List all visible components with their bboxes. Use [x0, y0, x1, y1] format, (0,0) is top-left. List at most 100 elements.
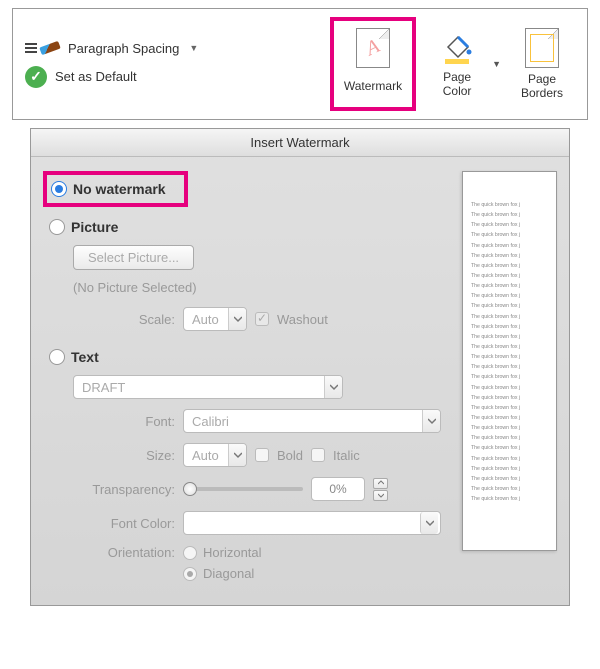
transparency-label: Transparency:: [45, 482, 175, 497]
page-color-button[interactable]: Page Color: [424, 23, 490, 105]
washout-label: Washout: [277, 312, 328, 327]
washout-checkbox[interactable]: [255, 312, 269, 326]
text-label: Text: [71, 349, 99, 365]
preview-line: The quick brown fox j: [471, 403, 556, 413]
font-label: Font:: [45, 414, 175, 429]
chevron-down-icon: [228, 308, 246, 330]
preview-line: The quick brown fox j: [471, 362, 556, 372]
chevron-down-icon: [228, 444, 246, 466]
chevron-down-icon: [324, 376, 342, 398]
checkmark-icon: ✓: [25, 66, 47, 88]
no-watermark-radio[interactable]: No watermark: [51, 181, 166, 197]
chevron-down-icon: [420, 512, 438, 534]
font-combo[interactable]: Calibri: [183, 409, 441, 433]
text-radio[interactable]: Text: [49, 349, 445, 365]
radio-icon: [49, 349, 65, 365]
preview-line: The quick brown fox j: [471, 494, 556, 504]
transparency-value[interactable]: 0%: [311, 477, 365, 501]
radio-icon: [183, 546, 197, 560]
chevron-up-icon: [373, 478, 388, 489]
preview-line: The quick brown fox j: [471, 261, 556, 271]
preview-line: The quick brown fox j: [471, 454, 556, 464]
scale-combo[interactable]: Auto: [183, 307, 247, 331]
italic-label: Italic: [333, 448, 360, 463]
page-preview: The quick brown fox jThe quick brown fox…: [462, 171, 557, 551]
chevron-down-icon: [422, 410, 440, 432]
paragraph-spacing-icon: [25, 43, 60, 53]
horizontal-label: Horizontal: [203, 545, 262, 560]
preview-line: The quick brown fox j: [471, 251, 556, 261]
orientation-label: Orientation:: [45, 545, 175, 560]
picture-label: Picture: [71, 219, 118, 235]
preview-line: The quick brown fox j: [471, 443, 556, 453]
chevron-down-icon: [373, 490, 388, 501]
italic-checkbox[interactable]: [311, 448, 325, 462]
preview-line: The quick brown fox j: [471, 423, 556, 433]
scale-value: Auto: [184, 312, 228, 327]
diagonal-label: Diagonal: [203, 566, 254, 581]
watermark-button[interactable]: A Watermark: [330, 17, 416, 111]
insert-watermark-dialog: Insert Watermark No watermark Picture Se…: [30, 128, 570, 606]
bold-label: Bold: [277, 448, 303, 463]
font-value: Calibri: [184, 414, 422, 429]
preview-line: The quick brown fox j: [471, 413, 556, 423]
preview-line: The quick brown fox j: [471, 372, 556, 382]
preview-line: The quick brown fox j: [471, 322, 556, 332]
size-combo[interactable]: Auto: [183, 443, 247, 467]
size-label: Size:: [45, 448, 175, 463]
text-value: DRAFT: [74, 380, 324, 395]
preview-line: The quick brown fox j: [471, 281, 556, 291]
preview-line: The quick brown fox j: [471, 393, 556, 403]
preview-line: The quick brown fox j: [471, 342, 556, 352]
preview-line: The quick brown fox j: [471, 433, 556, 443]
size-value: Auto: [184, 448, 228, 463]
chevron-down-icon: ▼: [189, 43, 198, 53]
ribbon-toolbar: Paragraph Spacing ▼ ✓ Set as Default A W…: [12, 8, 588, 120]
preview-line: The quick brown fox j: [471, 230, 556, 240]
transparency-slider[interactable]: [183, 487, 303, 491]
horizontal-radio[interactable]: Horizontal: [183, 545, 262, 560]
font-color-picker[interactable]: [183, 511, 441, 535]
preview-line: The quick brown fox j: [471, 352, 556, 362]
no-watermark-highlight: No watermark: [43, 171, 188, 207]
dialog-title: Insert Watermark: [31, 129, 569, 157]
preview-line: The quick brown fox j: [471, 464, 556, 474]
set-as-default-button[interactable]: ✓ Set as Default: [25, 66, 322, 88]
preview-line: The quick brown fox j: [471, 474, 556, 484]
preview-line: The quick brown fox j: [471, 271, 556, 281]
page-borders-icon: [521, 27, 563, 69]
bold-checkbox[interactable]: [255, 448, 269, 462]
set-as-default-label: Set as Default: [55, 69, 137, 84]
watermark-label: Watermark: [344, 73, 402, 101]
radio-icon: [49, 219, 65, 235]
preview-line: The quick brown fox j: [471, 291, 556, 301]
radio-icon: [51, 181, 67, 197]
preview-line: The quick brown fox j: [471, 312, 556, 322]
text-value-combo[interactable]: DRAFT: [73, 375, 343, 399]
paragraph-spacing-button[interactable]: Paragraph Spacing ▼: [25, 41, 322, 56]
diagonal-radio[interactable]: Diagonal: [183, 566, 262, 581]
radio-icon: [183, 567, 197, 581]
no-picture-selected-text: (No Picture Selected): [73, 280, 445, 295]
transparency-stepper[interactable]: [373, 478, 388, 501]
picture-radio[interactable]: Picture: [49, 219, 445, 235]
ribbon-left-group: Paragraph Spacing ▼ ✓ Set as Default: [25, 41, 322, 88]
scale-label: Scale:: [45, 312, 175, 327]
paint-bucket-icon: [438, 29, 476, 67]
watermark-icon: A: [352, 27, 394, 69]
preview-line: The quick brown fox j: [471, 484, 556, 494]
font-color-label: Font Color:: [45, 516, 175, 531]
preview-line: The quick brown fox j: [471, 383, 556, 393]
paragraph-spacing-label: Paragraph Spacing: [68, 41, 179, 56]
preview-line: The quick brown fox j: [471, 200, 556, 210]
preview-line: The quick brown fox j: [471, 241, 556, 251]
select-picture-button[interactable]: Select Picture...: [73, 245, 194, 270]
preview-line: The quick brown fox j: [471, 301, 556, 311]
chevron-down-icon[interactable]: ▼: [492, 59, 501, 69]
preview-line: The quick brown fox j: [471, 332, 556, 342]
page-color-label: Page Color: [443, 71, 472, 99]
no-watermark-label: No watermark: [73, 181, 166, 197]
page-borders-label: Page Borders: [521, 73, 563, 101]
preview-line: The quick brown fox j: [471, 220, 556, 230]
page-borders-button[interactable]: Page Borders: [509, 21, 575, 107]
